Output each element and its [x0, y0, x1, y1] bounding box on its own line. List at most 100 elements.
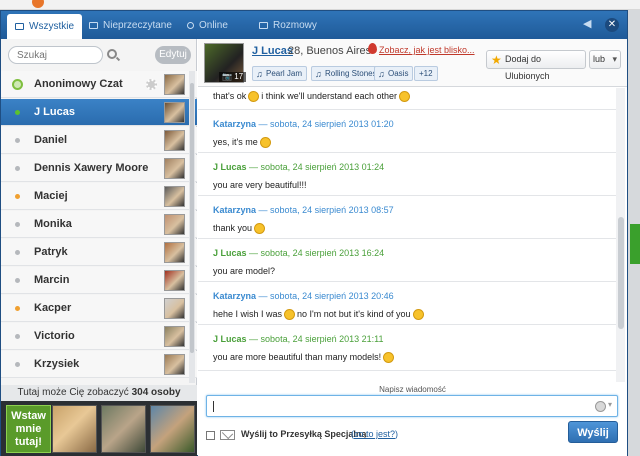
- smiley-icon[interactable]: [595, 401, 606, 412]
- contact-row[interactable]: Marcin: [1, 267, 197, 294]
- interest-tag-label: Rolling Stones: [325, 69, 377, 78]
- special-delivery-label: Wyślij to Przesyłką Specjalną: [241, 429, 367, 439]
- visitor-photo[interactable]: [150, 405, 195, 453]
- search-icon[interactable]: [107, 49, 117, 59]
- tab-unread[interactable]: Nieprzeczytane: [81, 11, 180, 39]
- avatar[interactable]: [164, 102, 185, 123]
- message-text-part: hehe I wish I was: [213, 309, 283, 319]
- profile-name-link[interactable]: J Lucas: [252, 45, 293, 57]
- avatar[interactable]: [164, 354, 185, 375]
- message-text-part: that's ok: [213, 91, 247, 101]
- contact-name: Kacper: [34, 302, 72, 314]
- message-text-part: you are very beautiful!!!: [213, 180, 307, 190]
- message-scroll-thumb[interactable]: [618, 217, 624, 329]
- message-item: Katarzyna — sobota, 24 sierpień 2013 08:…: [198, 196, 618, 239]
- presence-status-icon: [15, 138, 20, 143]
- contact-row[interactable]: Victorio: [1, 323, 197, 350]
- message-author[interactable]: J Lucas: [213, 162, 247, 172]
- avatar[interactable]: [164, 298, 185, 319]
- tab-all-label: Wszystkie: [29, 21, 74, 32]
- interest-tag-label: Pearl Jam: [266, 69, 303, 78]
- contact-row[interactable]: Krzysiek: [1, 351, 197, 378]
- contact-row[interactable]: Maciej: [1, 183, 197, 210]
- message-author[interactable]: J Lucas: [213, 248, 247, 258]
- send-button[interactable]: Wyślij: [568, 421, 618, 443]
- seen-by-count: 304 osoby: [131, 387, 181, 398]
- message-header: J Lucas — sobota, 24 sierpień 2013 01:24: [213, 162, 384, 172]
- avatar[interactable]: [164, 74, 185, 95]
- avatar[interactable]: [164, 326, 185, 347]
- special-delivery-checkbox[interactable]: [206, 431, 215, 440]
- contact-row[interactable]: Dennis Xawery Moore: [1, 155, 197, 182]
- envelope-icon: [89, 21, 98, 29]
- avatar[interactable]: [164, 130, 185, 151]
- message-separator: —: [246, 334, 261, 344]
- avatar[interactable]: [164, 158, 185, 179]
- compose-label: Napisz wiadomość: [379, 385, 446, 394]
- signal-icon: [187, 21, 194, 29]
- backdrop-green-tab: [630, 224, 640, 264]
- message-text: you are model?: [213, 266, 275, 276]
- visitor-photo[interactable]: [52, 405, 97, 453]
- search-input[interactable]: [8, 46, 103, 64]
- message-author[interactable]: Katarzyna: [213, 205, 256, 215]
- message-text: that's ok i think we'll understand each o…: [213, 91, 412, 103]
- more-tags-button[interactable]: +12: [414, 66, 438, 81]
- distance-link[interactable]: Zobacz, jak jest blisko...: [379, 45, 475, 55]
- photo-count: 17: [234, 72, 244, 81]
- message-separator: —: [246, 162, 261, 172]
- profile-header: 📷 17 J Lucas 28, Buenos Aires Zobacz, ja…: [198, 39, 627, 87]
- contact-name: J Lucas: [34, 106, 75, 118]
- message-text: thank you: [213, 223, 267, 235]
- avatar[interactable]: [164, 186, 185, 207]
- tab-online-label: Online: [199, 19, 228, 31]
- avatar[interactable]: [164, 270, 185, 291]
- interest-tag[interactable]: ♫ Oasis: [374, 66, 414, 81]
- contact-row[interactable]: J Lucas: [1, 99, 197, 126]
- more-options-dropdown[interactable]: lub: [589, 50, 621, 69]
- chevron-down-icon[interactable]: ▾: [608, 400, 612, 409]
- close-icon[interactable]: ✕: [605, 18, 619, 32]
- contacts-panel: Edytuj Anonimowy Czat J Lucas Daniel Dennis…: [1, 39, 197, 456]
- message-item: Katarzyna — sobota, 24 sierpień 2013 01:…: [198, 110, 618, 153]
- speaker-icon[interactable]: ◀: [583, 19, 595, 30]
- visitor-photo[interactable]: [101, 405, 146, 453]
- avatar[interactable]: [164, 214, 185, 235]
- interest-tag[interactable]: ♫ Rolling Stones: [311, 66, 382, 81]
- insert-me-button[interactable]: Wstaw mnie tutaj!: [6, 405, 51, 453]
- interest-tag[interactable]: ♫ Pearl Jam: [252, 66, 308, 81]
- contact-row[interactable]: Kacper: [1, 295, 197, 322]
- visitors-strip: Wstaw mnie tutaj!: [1, 401, 197, 456]
- special-delivery-help[interactable]: (co to jest?): [351, 429, 398, 439]
- edit-button[interactable]: Edytuj: [155, 46, 191, 64]
- seen-by-counter: Tutaj może Cię zobaczyć 304 osoby: [1, 385, 197, 401]
- special-delivery-help-link[interactable]: co to jest?: [354, 429, 395, 439]
- add-favorite-button[interactable]: ★ Dodaj do Ulubionych: [486, 50, 586, 81]
- location-pin-icon: [368, 43, 377, 54]
- message-text-part: you are model?: [213, 266, 276, 276]
- tab-all[interactable]: Wszystkie: [7, 14, 82, 39]
- presence-status-icon: [15, 362, 20, 367]
- contact-row[interactable]: Patryk: [1, 239, 197, 266]
- contact-name: Dennis Xawery Moore: [34, 162, 149, 174]
- presence-status-icon: [15, 194, 20, 199]
- contact-row[interactable]: Anonimowy Czat: [1, 71, 197, 98]
- contact-list-scroll-thumb[interactable]: [190, 83, 194, 353]
- presence-status-icon: [15, 250, 20, 255]
- message-author[interactable]: Katarzyna: [213, 119, 256, 129]
- message-header: Katarzyna — sobota, 24 sierpień 2013 08:…: [213, 205, 394, 215]
- contact-row[interactable]: Monika: [1, 211, 197, 238]
- contact-row[interactable]: Daniel: [1, 127, 197, 154]
- add-favorite-label: Dodaj do Ulubionych: [505, 54, 550, 81]
- tab-conversations[interactable]: Rozmowy: [251, 11, 325, 39]
- message-input[interactable]: ▾: [206, 395, 618, 417]
- star-icon: ★: [491, 53, 502, 67]
- chat-window: Wszystkie Nieprzeczytane Online Rozmowy …: [0, 10, 628, 456]
- smiley-icon: [284, 309, 296, 321]
- avatar[interactable]: [164, 242, 185, 263]
- tab-online[interactable]: Online: [179, 11, 236, 39]
- message-author[interactable]: Katarzyna: [213, 291, 256, 301]
- gear-icon[interactable]: [146, 79, 157, 90]
- message-text-part: no I'm not but it's kind of you: [297, 309, 411, 319]
- message-author[interactable]: J Lucas: [213, 334, 247, 344]
